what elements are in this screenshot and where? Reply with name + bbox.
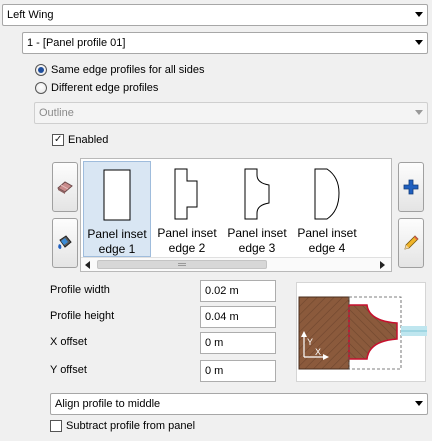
profile-tile-line1: Panel inset xyxy=(297,226,357,240)
radio-same-edge-profiles[interactable]: Same edge profiles for all sides xyxy=(35,64,204,76)
scrollbar-thumb[interactable] xyxy=(97,260,267,269)
chevron-down-icon xyxy=(415,401,423,406)
profile-select[interactable]: 1 - [Panel profile 01] xyxy=(22,32,428,54)
y-offset-input[interactable]: 0 m xyxy=(200,360,276,382)
fill-profile-button[interactable] xyxy=(52,218,78,268)
radio-indicator[interactable] xyxy=(35,64,47,76)
profile-tile-3[interactable]: Panel inset edge 3 xyxy=(223,161,291,257)
enabled-label: Enabled xyxy=(68,134,109,146)
profile-shape-rect-icon xyxy=(103,169,131,221)
profile-tile-2[interactable]: Panel inset edge 2 xyxy=(153,161,221,257)
enabled-checkbox[interactable]: Enabled xyxy=(52,134,108,146)
y-offset-label: Y offset xyxy=(50,364,87,376)
subtract-check-indicator[interactable] xyxy=(50,420,62,432)
profile-tile-1[interactable]: Panel inset edge 1 xyxy=(83,161,151,257)
profile-gallery-scrollbar[interactable] xyxy=(81,257,391,271)
radio-label: Same edge profiles for all sides xyxy=(51,64,205,76)
chevron-down-icon xyxy=(415,110,423,115)
profile-select-value: 1 - [Panel profile 01] xyxy=(27,37,126,49)
chevron-down-icon xyxy=(415,40,423,45)
profile-gallery: Panel inset edge 1 Panel inset edge 2 Pa… xyxy=(80,158,392,272)
profile-tile-line1: Panel inset xyxy=(227,226,287,240)
profile-tile-line1: Panel inset xyxy=(157,226,217,240)
x-offset-label: X offset xyxy=(50,336,88,348)
wing-select-value: Left Wing xyxy=(7,9,54,21)
radio-label: Different edge profiles xyxy=(51,82,159,94)
outline-select-value: Outline xyxy=(39,107,74,119)
profile-width-input[interactable]: 0.02 m xyxy=(200,280,276,302)
profile-shape-ogee-icon xyxy=(314,168,340,220)
profile-shape-cove-icon xyxy=(244,168,270,220)
add-profile-button[interactable] xyxy=(398,162,424,212)
profile-height-input[interactable]: 0.04 m xyxy=(200,306,276,328)
radio-different-edge-profiles[interactable]: Different edge profiles xyxy=(35,82,158,94)
radio-indicator[interactable] xyxy=(35,82,47,94)
preview-x-axis-label: X xyxy=(315,347,321,357)
wing-select[interactable]: Left Wing xyxy=(2,4,428,26)
pencil-icon xyxy=(404,235,419,250)
enabled-check-indicator[interactable] xyxy=(52,134,64,146)
eraser-icon xyxy=(57,181,73,194)
scroll-left-icon[interactable] xyxy=(85,261,90,269)
profile-height-label: Profile height xyxy=(50,310,115,322)
erase-profile-button[interactable] xyxy=(52,162,78,212)
subtract-label: Subtract profile from panel xyxy=(66,420,196,432)
align-select-value: Align profile to middle xyxy=(55,398,161,410)
subtract-profile-checkbox[interactable]: Subtract profile from panel xyxy=(50,420,195,432)
outline-select[interactable]: Outline xyxy=(34,102,428,124)
profile-shape-step-icon xyxy=(174,168,198,220)
add-icon xyxy=(403,179,419,195)
profile-preview: Y X xyxy=(296,282,427,382)
profile-tile-line1: Panel inset xyxy=(87,227,147,241)
profile-preview-graphic: Y X xyxy=(298,296,427,370)
profile-tile-line2: edge 1 xyxy=(98,242,136,256)
x-offset-input[interactable]: 0 m xyxy=(200,332,276,354)
profile-tile-4[interactable]: Panel inset edge 4 xyxy=(293,161,361,257)
profile-tile-line2: edge 3 xyxy=(238,241,276,255)
paint-bucket-icon xyxy=(58,235,72,249)
scroll-right-icon[interactable] xyxy=(380,261,385,269)
profile-width-label: Profile width xyxy=(50,284,110,296)
align-select[interactable]: Align profile to middle xyxy=(50,393,428,415)
chevron-down-icon xyxy=(415,12,423,17)
edit-profile-button[interactable] xyxy=(398,218,424,268)
profile-tile-line2: edge 2 xyxy=(168,241,206,255)
profile-tile-line2: edge 4 xyxy=(308,241,346,255)
preview-y-axis-label: Y xyxy=(307,337,313,347)
